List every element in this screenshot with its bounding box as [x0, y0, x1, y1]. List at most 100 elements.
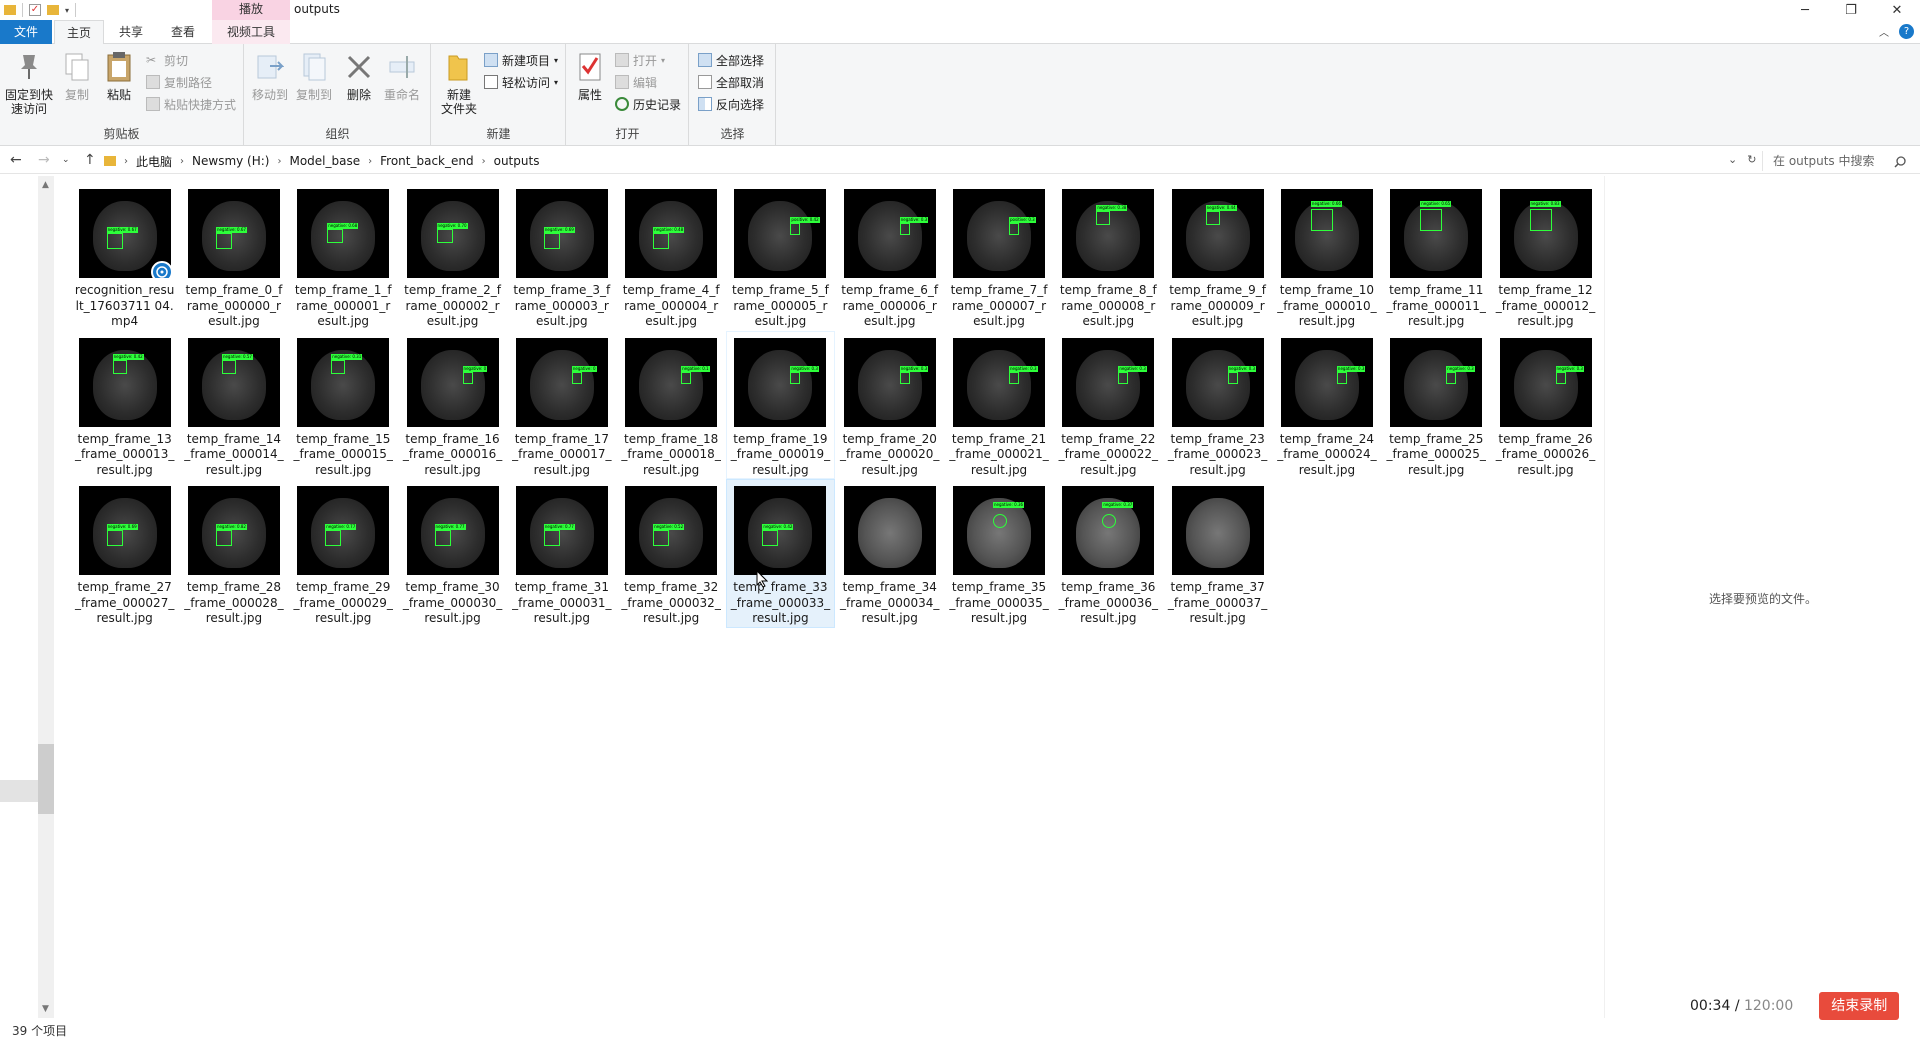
navigation-pane-selection[interactable] — [0, 780, 38, 802]
file-item[interactable]: negative: 0.3 temp_frame_22_frame_000022_… — [1054, 331, 1163, 480]
search-input[interactable]: 在 outputs 中搜索 — [1762, 151, 1912, 171]
pin-quick-access-button[interactable]: 固定到快 速访问 — [4, 50, 54, 116]
delete-button[interactable]: 删除 — [341, 50, 377, 102]
breadcrumb-item[interactable]: Front_back_end — [380, 154, 473, 168]
invert-selection-button[interactable]: 反向选择 — [698, 94, 764, 114]
file-item[interactable]: negative: 0.67 temp_frame_0_frame_000000_… — [179, 182, 288, 331]
select-all-button[interactable]: 全部选择 — [698, 50, 764, 70]
customize-dropdown-icon[interactable]: ▾ — [65, 6, 69, 15]
breadcrumb-chevron-icon[interactable]: › — [368, 156, 372, 167]
address-dropdown-chevron-icon[interactable]: ⌄ — [1728, 153, 1737, 166]
file-item[interactable]: negative: 0.52 temp_frame_32_frame_000032… — [616, 479, 725, 628]
properties-button[interactable]: 属性 — [571, 50, 609, 102]
back-arrow-icon[interactable]: ← — [10, 152, 22, 168]
file-item[interactable]: negative: 0.3 temp_frame_23_frame_000023_… — [1163, 331, 1272, 480]
file-item[interactable]: negative: 0.37 temp_frame_36_frame_000036… — [1054, 479, 1163, 628]
file-item[interactable]: negative: 0.69 temp_frame_3_frame_000003_… — [507, 182, 616, 331]
file-item[interactable]: negative: 0.66 temp_frame_10_frame_000010… — [1272, 182, 1381, 331]
file-item[interactable]: negative: 0.83 temp_frame_12_frame_000012… — [1491, 182, 1600, 331]
edit-button[interactable]: 编辑 — [615, 72, 657, 92]
breadcrumb-chevron-icon[interactable]: › — [277, 156, 281, 167]
collapse-ribbon-icon[interactable]: ︿ — [1879, 24, 1889, 39]
move-to-button[interactable]: 移动到 — [249, 50, 291, 102]
rename-button[interactable]: 重命名 — [379, 50, 425, 102]
easy-access-button[interactable]: 轻松访问 ▾ — [484, 72, 558, 92]
file-item[interactable]: negative: 0.69 temp_frame_27_frame_000027… — [70, 479, 179, 628]
close-button[interactable]: ✕ — [1874, 0, 1920, 20]
tab-share[interactable]: 共享 — [108, 20, 154, 44]
file-item[interactable]: negative: 0.57 temp_frame_14_frame_000014… — [179, 331, 288, 480]
folder-icon[interactable] — [4, 5, 16, 15]
file-item[interactable]: negative: 0.31 temp_frame_15_frame_000015… — [289, 331, 398, 480]
file-item[interactable]: negative: 0.3 temp_frame_6_frame_000006_r… — [835, 182, 944, 331]
select-none-button[interactable]: 全部取消 — [698, 72, 764, 92]
copy-path-button[interactable]: 复制路径 — [146, 72, 212, 92]
file-item[interactable]: temp_frame_37_frame_000037_result.jpg — [1163, 479, 1272, 628]
paste-button[interactable]: 粘贴 — [98, 50, 140, 102]
scissors-icon: ✂ — [146, 53, 157, 67]
file-item[interactable]: negative: 0.36 temp_frame_35_frame_000035… — [944, 479, 1053, 628]
copy-to-button[interactable]: 复制到 — [293, 50, 335, 102]
breadcrumb-chevron-icon[interactable]: › — [482, 156, 486, 167]
file-item[interactable]: negative: 0.77 temp_frame_30_frame_000030… — [398, 479, 507, 628]
new-folder-button[interactable]: 新建 文件夹 — [436, 50, 482, 116]
file-item[interactable]: negative: 0.3 temp_frame_21_frame_000021_… — [944, 331, 1053, 480]
tab-video-tools[interactable]: 视频工具 — [212, 20, 290, 44]
file-item[interactable]: negative: 0.3 temp_frame_24_frame_000024_… — [1272, 331, 1381, 480]
scroll-up-arrow-icon[interactable]: ▲ — [42, 180, 49, 190]
cut-button[interactable]: ✂ 剪切 — [146, 50, 188, 70]
file-item[interactable]: negative: 0.42 temp_frame_13_frame_000013… — [70, 331, 179, 480]
scrollbar-thumb[interactable] — [38, 744, 54, 814]
file-item[interactable]: negative: 0.82 temp_frame_28_frame_000028… — [179, 479, 288, 628]
file-item[interactable]: negative: 0.38 temp_frame_8_frame_000008_… — [1054, 182, 1163, 331]
file-item[interactable]: negative: 0.1 temp_frame_18_frame_000018_… — [616, 331, 725, 480]
forward-arrow-icon[interactable]: → — [38, 152, 50, 168]
breadcrumb-item[interactable]: outputs — [494, 154, 540, 168]
file-item[interactable]: negative: 0.70 temp_frame_2_frame_000002_… — [398, 182, 507, 331]
file-item[interactable]: negative: 0 temp_frame_17_frame_000017_re… — [507, 331, 616, 480]
new-item-button[interactable]: 新建项目 ▾ — [484, 50, 558, 70]
help-icon[interactable]: ? — [1899, 24, 1914, 39]
file-item[interactable]: negative: 0.77 temp_frame_31_frame_000031… — [507, 479, 616, 628]
new-folder-icon[interactable] — [47, 5, 59, 15]
file-item[interactable]: negative: 0.67 recognition_result_1760371… — [70, 182, 179, 331]
tab-view[interactable]: 查看 — [158, 20, 208, 44]
file-item[interactable]: positive: 0.3 temp_frame_7_frame_000007_r… — [944, 182, 1053, 331]
refresh-icon[interactable]: ↻ — [1747, 153, 1756, 166]
file-item[interactable]: negative: 0.77 temp_frame_29_frame_000029… — [289, 479, 398, 628]
paste-shortcut-button[interactable]: 粘贴快捷方式 — [146, 94, 236, 114]
properties-check-icon[interactable]: ✓ — [29, 4, 41, 16]
file-item[interactable]: negative: 0.3 temp_frame_19_frame_000019_… — [725, 330, 836, 479]
up-arrow-icon[interactable]: ↑ — [84, 152, 96, 168]
breadcrumb-item[interactable]: Newsmy (H:) — [192, 154, 269, 168]
file-item[interactable]: temp_frame_34_frame_000034_result.jpg — [835, 479, 944, 628]
copy-button[interactable]: 复制 — [58, 50, 96, 102]
file-item[interactable]: negative: 0.68 temp_frame_1_frame_000001_… — [289, 182, 398, 331]
open-button[interactable]: 打开 ▾ — [615, 50, 665, 70]
file-item[interactable]: negative: 0.3 temp_frame_20_frame_000020_… — [835, 331, 944, 480]
recent-locations-chevron-icon[interactable]: ⌄ — [62, 155, 70, 165]
file-item[interactable]: negative: 0.65 temp_frame_11_frame_000011… — [1382, 182, 1491, 331]
tab-home[interactable]: 主页 — [54, 20, 104, 45]
breadcrumb-chevron-icon[interactable]: › — [124, 156, 128, 167]
breadcrumb-item[interactable]: Model_base — [289, 154, 360, 168]
file-item[interactable]: positive: 0.42 temp_frame_5_frame_000005_… — [726, 182, 835, 331]
tab-file[interactable]: 文件 — [0, 20, 52, 44]
file-item[interactable]: negative: 0.42 temp_frame_33_frame_000033… — [725, 479, 836, 628]
stop-recording-button[interactable]: 结束录制 — [1819, 992, 1900, 1020]
breadcrumb-chevron-icon[interactable]: › — [180, 156, 184, 167]
search-icon[interactable] — [1894, 154, 1906, 174]
scroll-down-arrow-icon[interactable]: ▼ — [42, 1004, 49, 1014]
file-item[interactable]: negative: 0.44 temp_frame_9_frame_000009_… — [1163, 182, 1272, 331]
file-thumbnail: negative: 0.3 — [1062, 337, 1155, 427]
history-button[interactable]: 历史记录 — [615, 94, 681, 114]
restore-button[interactable]: ❐ — [1828, 0, 1874, 20]
file-item[interactable]: negative: 0.48 temp_frame_4_frame_000004_… — [616, 182, 725, 331]
file-item[interactable]: negative: 0 temp_frame_16_frame_000016_re… — [398, 331, 507, 480]
minimize-button[interactable]: ─ — [1782, 0, 1828, 20]
file-item[interactable]: negative: 0.3 temp_frame_25_frame_000025_… — [1382, 331, 1491, 480]
vertical-scrollbar[interactable]: ▲ ▼ — [38, 176, 54, 1018]
file-item[interactable]: negative: 0.3 temp_frame_26_frame_000026_… — [1491, 331, 1600, 480]
breadcrumb-item[interactable]: 此电脑 — [136, 153, 172, 170]
detection-label: negative: 0.67 — [215, 227, 247, 233]
